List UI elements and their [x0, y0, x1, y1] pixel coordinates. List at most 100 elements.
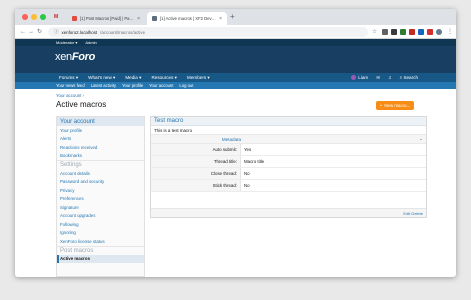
subnav-latest-activity[interactable]: Latest activity [91, 83, 116, 88]
admin-link[interactable]: Admin [85, 40, 96, 45]
macro-row: Close thread: No [151, 168, 426, 180]
minimize-window-button[interactable] [31, 14, 37, 20]
sidebar-item-reactions[interactable]: Reactions received [57, 143, 144, 152]
chevron-down-icon: ⌄ [419, 136, 423, 141]
new-tab-button[interactable]: + [230, 12, 235, 22]
sidebar-item-bookmarks[interactable]: Bookmarks [57, 152, 144, 161]
page-title: Active macros [56, 100, 107, 109]
logo-text: xen [55, 51, 72, 63]
forward-icon[interactable]: → [28, 28, 34, 36]
row-label: Thread title: [151, 156, 241, 167]
tab-strip: M [1] Post Macros [Paid] | Page 2 ... × … [15, 9, 456, 25]
sidebar-item-your-profile[interactable]: Your profile [57, 126, 144, 135]
subnav-log-out[interactable]: Log out [179, 83, 193, 88]
extension-icon[interactable] [400, 29, 406, 35]
extension-icon[interactable] [427, 29, 433, 35]
address-bar[interactable]: ⓘ xenforo2.localhost/account/macros/acti… [48, 27, 368, 37]
nav-whats-new[interactable]: What's new ▾ [88, 75, 115, 81]
sidebar-item-ignoring[interactable]: Ignoring [57, 229, 144, 238]
tab-label: [1] Post Macros [Paid] | Page 2 ... [80, 16, 135, 21]
breadcrumb[interactable]: Your account › [56, 93, 84, 98]
reload-icon[interactable]: ↻ [37, 28, 42, 36]
avatar [351, 75, 357, 81]
main-nav: Forums ▾ What's new ▾ Media ▾ Resources … [15, 73, 456, 82]
sidebar-heading: Your account [57, 117, 144, 126]
browser-window: M [1] Post Macros [Paid] | Page 2 ... × … [15, 9, 456, 277]
profile-avatar-icon[interactable] [436, 29, 442, 35]
account-sidebar: Your account Your profile Alerts Reactio… [56, 116, 145, 277]
extension-icon[interactable] [382, 29, 388, 35]
metadata-label: Metadata [221, 136, 241, 142]
site-logo[interactable]: xenForo [55, 51, 95, 63]
macro-row: Thread title: Macro title [151, 156, 426, 168]
browser-menu-icon[interactable]: ⋮ [447, 28, 453, 36]
url-host: xenforo2.localhost [61, 29, 98, 35]
nav-resources[interactable]: Resources ▾ [151, 75, 177, 81]
plus-icon: + [379, 103, 383, 108]
info-icon[interactable]: ⓘ [54, 29, 59, 35]
bookmark-star-icon[interactable]: ☆ [372, 28, 377, 36]
site-header: xenForo [15, 46, 456, 73]
user-menu[interactable]: Liam [351, 74, 369, 81]
sidebar-item-active-macros[interactable]: Active macros [57, 254, 144, 263]
macro-block: Test macro This is a test macro Metadata… [150, 116, 427, 218]
close-tab-icon[interactable]: × [137, 16, 140, 22]
metadata-toggle[interactable]: Metadata ⌄ [151, 135, 426, 144]
nav-media[interactable]: Media ▾ [125, 75, 141, 81]
row-value: Yes [244, 147, 252, 152]
user-name: Liam [358, 74, 369, 80]
extension-icon[interactable] [409, 29, 415, 35]
sidebar-item-signature[interactable]: Signature [57, 203, 144, 212]
row-value: No [244, 183, 250, 188]
subnav-your-account[interactable]: Your account [149, 83, 173, 88]
conversations-icon[interactable]: ✉ [376, 75, 380, 81]
row-value: No [244, 171, 250, 176]
sidebar-section-post-macros: Post macros [57, 245, 144, 255]
sub-nav: Your news feed Latest activity Your prof… [15, 82, 456, 89]
moderator-menu[interactable]: Moderator ▾ [56, 40, 77, 45]
gmail-icon[interactable]: M [54, 14, 58, 20]
url-path: /account/macros/active [100, 29, 146, 35]
macro-row: Stick thread: No [151, 180, 426, 192]
new-macro-label: New macro... [384, 103, 411, 108]
sidebar-item-password[interactable]: Password and security [57, 178, 144, 187]
browser-tab[interactable]: [1] Post Macros [Paid] | Page 2 ... × [67, 12, 145, 25]
site-favicon-icon [72, 16, 77, 21]
search-link[interactable]: ⌕ Search [400, 75, 418, 80]
sidebar-item-privacy[interactable]: Privacy [57, 186, 144, 195]
row-value: Macro title [244, 159, 265, 164]
edit-delete-links[interactable]: Edit Delete [403, 211, 423, 216]
new-macro-button[interactable]: + New macro... [376, 101, 414, 110]
logo-accent: Foro [71, 51, 96, 63]
staff-bar: Moderator ▾ Admin [15, 39, 456, 46]
browser-tab-active[interactable]: [1] Active macros | XF2 Dev Fo... × [147, 12, 227, 25]
nav-forums[interactable]: Forums ▾ [59, 75, 78, 81]
search-label: Search [403, 75, 418, 80]
nav-members[interactable]: Members ▾ [187, 75, 210, 81]
sidebar-item-account-details[interactable]: Account details [57, 169, 144, 178]
macro-title[interactable]: Test macro [151, 117, 426, 126]
sidebar-item-following[interactable]: Following [57, 220, 144, 229]
subnav-news-feed[interactable]: Your news feed [56, 83, 85, 88]
sidebar-item-license-status[interactable]: XenForo license status [57, 237, 144, 246]
sidebar-section-settings: Settings [57, 160, 144, 169]
maximize-window-button[interactable] [40, 14, 46, 20]
sidebar-item-alerts[interactable]: Alerts [57, 135, 144, 144]
extension-icon[interactable] [418, 29, 424, 35]
subnav-your-profile[interactable]: Your profile [122, 83, 143, 88]
browser-toolbar: ← → ↻ ⓘ xenforo2.localhost/account/macro… [15, 25, 456, 39]
extension-icon[interactable] [391, 29, 397, 35]
site-favicon-icon [152, 16, 157, 21]
macro-row: Auto submit: Yes [151, 144, 426, 156]
sidebar-item-preferences[interactable]: Preferences [57, 195, 144, 204]
row-label: Close thread: [151, 168, 241, 179]
close-window-button[interactable] [22, 14, 28, 20]
close-tab-icon[interactable]: × [219, 16, 222, 22]
tab-label: [1] Active macros | XF2 Dev Fo... [160, 16, 217, 21]
sidebar-item-account-upgrades[interactable]: Account upgrades [57, 212, 144, 221]
search-icon: ⌕ [399, 75, 403, 80]
alerts-icon[interactable]: ♫ [388, 75, 391, 80]
row-label: Stick thread: [151, 180, 241, 191]
back-icon[interactable]: ← [20, 28, 26, 36]
row-label: Auto submit: [151, 144, 241, 155]
